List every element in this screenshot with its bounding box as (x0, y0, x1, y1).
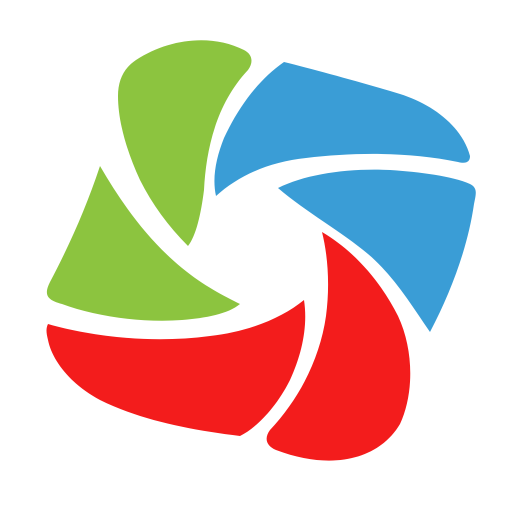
green-blade-lower (46, 166, 241, 321)
red-blade-left (46, 300, 306, 436)
pinwheel-logo-icon (46, 40, 476, 461)
logo-canvas (0, 0, 512, 512)
